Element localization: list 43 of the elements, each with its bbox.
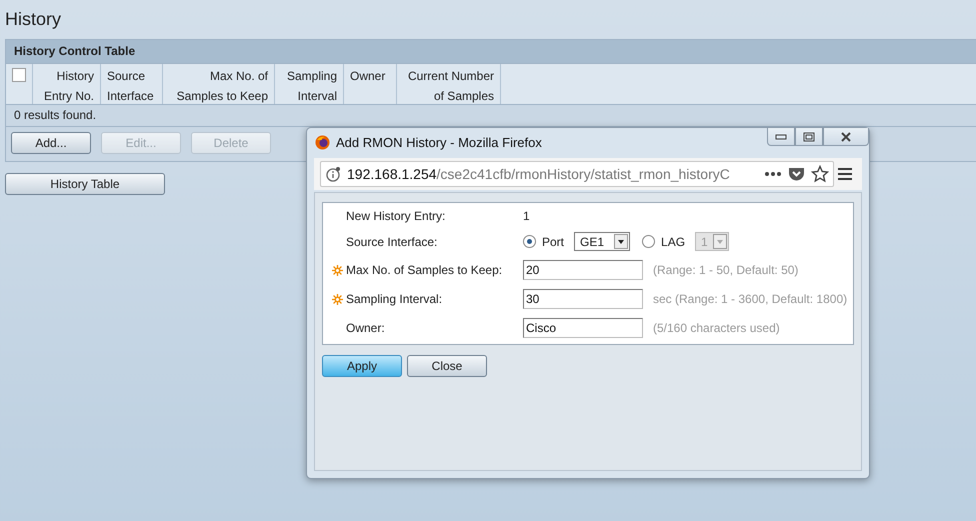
- table-title: History Control Table: [6, 40, 976, 63]
- more-icon[interactable]: [764, 171, 782, 177]
- field-hint: (Range: 1 - 50, Default: 50): [653, 263, 798, 277]
- dialog-button[interactable]: Close: [407, 355, 487, 377]
- field-label: Source Interface:: [346, 234, 438, 248]
- radio-label: LAG: [661, 234, 686, 248]
- restore-icon: [803, 132, 815, 142]
- address-bar[interactable]: 192.168.1.254/cse2c41cfb/rmonHistory/statist_rmon_historyC: [320, 161, 834, 187]
- column-header: History Entry No.: [33, 64, 101, 104]
- info-icon: [325, 166, 341, 182]
- radio-button[interactable]: [523, 235, 536, 248]
- select-all-checkbox[interactable]: [12, 68, 26, 82]
- restore-button[interactable]: [795, 128, 823, 146]
- column-header: Sampling Interval: [275, 64, 344, 104]
- window-title: Add RMON History - Mozilla Firefox: [336, 134, 543, 150]
- browser-logo-icon: [315, 134, 330, 150]
- field-label: Sampling Interval:: [346, 292, 444, 306]
- field-label: Max No. of Samples to Keep:: [346, 263, 504, 277]
- column-header: Max No. of Samples to Keep: [163, 64, 275, 104]
- field-label: New History Entry:: [346, 209, 446, 223]
- page-title: History: [5, 9, 62, 31]
- column-header: Current Number of Samples: [397, 64, 501, 104]
- field-label: Owner:: [346, 321, 386, 335]
- field-value: 1: [523, 209, 530, 223]
- table-button[interactable]: Add...: [11, 132, 91, 154]
- column-header: Source Interface: [101, 64, 163, 104]
- input-field[interactable]: 20: [523, 260, 643, 280]
- url-text: 192.168.1.254/cse2c41cfb/rmonHistory/statist_rmon_historyC: [347, 166, 731, 182]
- dropdown[interactable]: GE1: [574, 232, 630, 251]
- dialog-button[interactable]: Apply: [322, 355, 402, 377]
- field-hint: sec (Range: 1 - 3600, Default: 1800): [653, 292, 848, 306]
- column-header: Owner: [344, 64, 397, 104]
- close-icon: [840, 132, 852, 142]
- input-field[interactable]: Cisco: [523, 318, 643, 338]
- field-hint: (5/160 characters used): [653, 321, 780, 335]
- history-table-button[interactable]: History Table: [5, 173, 165, 195]
- star-icon[interactable]: [811, 165, 829, 183]
- close-button[interactable]: [823, 128, 869, 146]
- radio-label: Port: [542, 234, 564, 248]
- minimize-button[interactable]: [767, 128, 795, 146]
- input-field[interactable]: 30: [523, 289, 643, 309]
- minimize-icon: [775, 134, 787, 140]
- pocket-icon[interactable]: [788, 166, 805, 182]
